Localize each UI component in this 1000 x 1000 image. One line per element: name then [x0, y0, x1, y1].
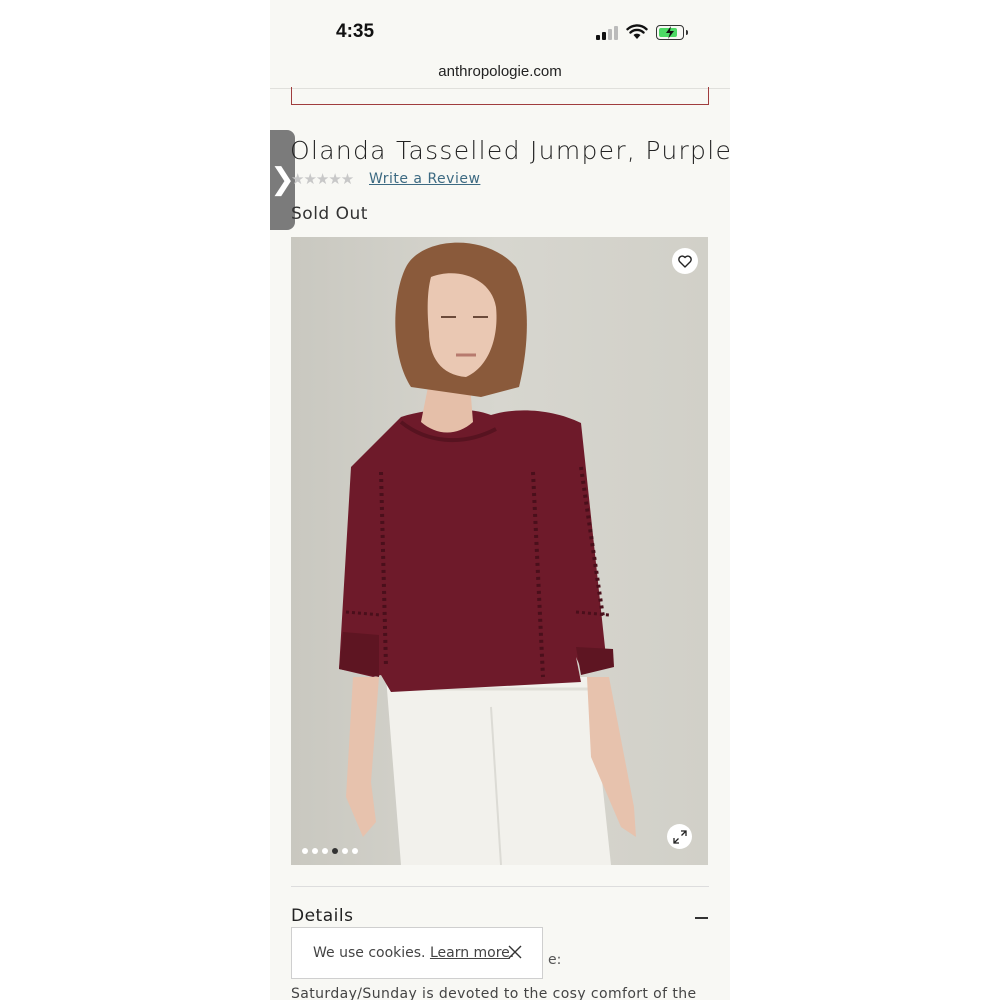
- cookie-learn-more-link[interactable]: Learn more: [430, 945, 510, 961]
- product-photo: [339, 242, 636, 865]
- heart-icon: [678, 254, 692, 268]
- write-review-link[interactable]: Write a Review: [369, 171, 480, 187]
- details-heading[interactable]: Details: [291, 906, 353, 926]
- image-pagination: [302, 848, 358, 854]
- status-time: 4:35: [336, 21, 375, 42]
- expand-image-button[interactable]: [667, 824, 692, 849]
- image-dot[interactable]: [302, 848, 308, 854]
- image-dot-active[interactable]: [332, 848, 338, 854]
- image-dot[interactable]: [322, 848, 328, 854]
- close-icon[interactable]: [507, 944, 523, 960]
- image-dot[interactable]: [312, 848, 318, 854]
- previous-section-box: [291, 87, 709, 105]
- availability-status: Sold Out: [291, 204, 368, 224]
- address-bar[interactable]: anthropologie.com: [270, 60, 730, 89]
- status-bar: 4:35: [270, 0, 730, 60]
- cookie-text: We use cookies.: [313, 945, 426, 961]
- url-text: anthropologie.com: [438, 63, 562, 80]
- details-partial-text: e:: [548, 952, 562, 968]
- wifi-icon: [626, 24, 648, 39]
- phone-screen: 4:35 anthropologie.com ❯ Olanda Tasselle…: [270, 0, 730, 1000]
- image-dot[interactable]: [352, 848, 358, 854]
- expand-icon: [672, 829, 687, 844]
- favorite-button[interactable]: [672, 248, 698, 274]
- product-title: Olanda Tasselled Jumper, Purple: [290, 136, 730, 165]
- product-image[interactable]: [291, 237, 708, 865]
- product-description: Saturday/Sunday is devoted to the cosy c…: [291, 986, 697, 1000]
- cellular-signal-icon: [596, 26, 620, 40]
- battery-charging-icon: [656, 25, 688, 40]
- cookie-message: We use cookies. Learn more.: [313, 945, 514, 961]
- image-dot[interactable]: [342, 848, 348, 854]
- section-divider: [291, 886, 709, 887]
- page-content: ❯ Olanda Tasselled Jumper, Purple ★★★★★ …: [270, 87, 730, 1000]
- minus-icon[interactable]: [695, 917, 708, 919]
- rating-stars: ★★★★★: [291, 170, 354, 188]
- cookie-banner: We use cookies. Learn more.: [291, 927, 543, 979]
